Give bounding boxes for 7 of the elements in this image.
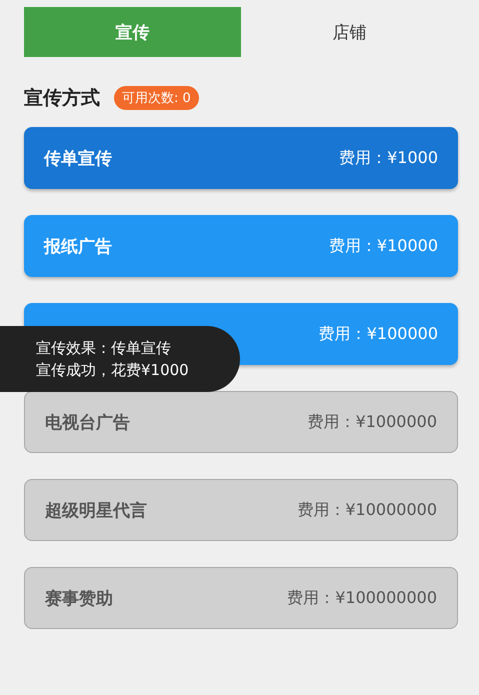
promotion-option[interactable]: 传单宣传 费用：¥1000 [24,127,458,189]
count-badge: 可用次数: 0 [114,86,199,110]
section-title: 宣传方式 [24,86,100,111]
promotion-option[interactable]: 报纸广告 费用：¥10000 [24,215,458,277]
result-toast: 宣传效果：传单宣传 宣传成功，花费¥1000 [0,326,240,392]
tab[interactable]: 店铺 [241,7,458,57]
tab[interactable]: 宣传 [24,7,241,57]
